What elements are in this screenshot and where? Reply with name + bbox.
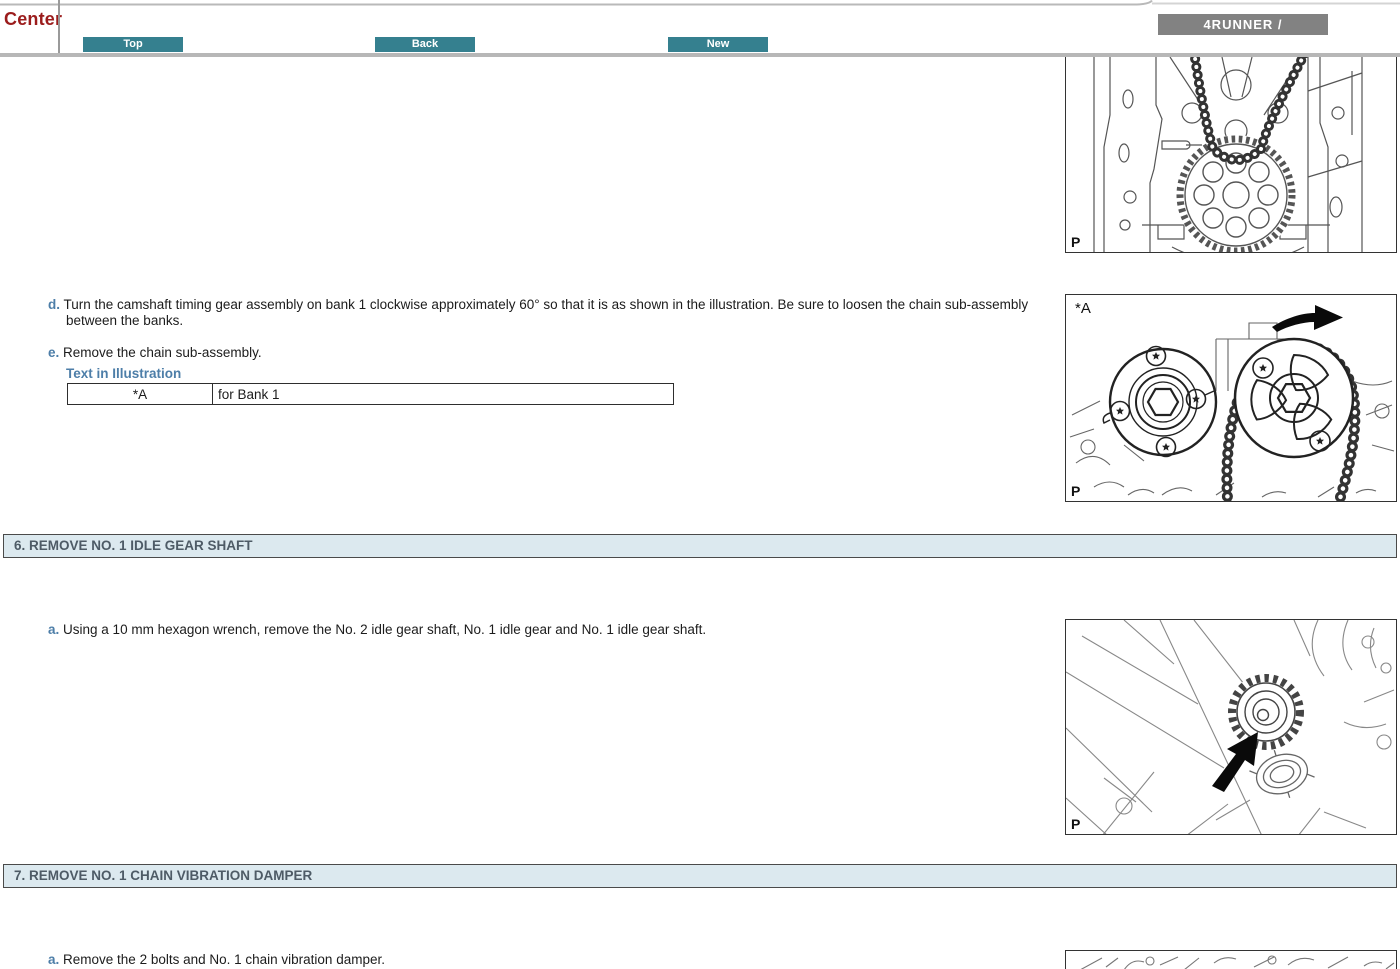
idle-gear-illustration — [1066, 620, 1397, 835]
panel-top-border — [0, 0, 1400, 14]
vehicle-badge: 4RUNNER / — [1158, 14, 1328, 35]
figure-camshaft-gears: *A P — [1065, 294, 1397, 502]
figure-p-label: P — [1071, 483, 1080, 499]
figure-timing-chain: P — [1065, 57, 1397, 253]
step-letter: e. — [48, 345, 59, 360]
text-in-illustration-table: *A for Bank 1 — [67, 383, 674, 405]
section-7-step-a: a. Remove the 2 bolts and No. 1 chain vi… — [48, 952, 1008, 968]
section-7-header: 7. REMOVE NO. 1 CHAIN VIBRATION DAMPER — [3, 864, 1397, 888]
back-button[interactable]: Back — [375, 37, 475, 52]
step-text: Turn the camshaft timing gear assembly o… — [64, 297, 1029, 328]
table-cell-value: for Bank 1 — [213, 384, 674, 405]
step-e: e. Remove the chain sub-assembly. — [48, 345, 748, 361]
figure-p-label: P — [1071, 234, 1080, 250]
clockwise-arrow-icon — [1272, 305, 1343, 332]
service-manual-page: Center Top Back New 4RUNNER / d. Turn th… — [0, 0, 1400, 969]
camshaft-gears-illustration — [1066, 295, 1397, 502]
step-text: Using a 10 mm hexagon wrench, remove the… — [63, 622, 706, 637]
figure-annotation-a: *A — [1075, 300, 1091, 317]
section-6-header: 6. REMOVE NO. 1 IDLE GEAR SHAFT — [3, 534, 1397, 558]
step-letter: a. — [48, 952, 59, 967]
new-button[interactable]: New — [668, 37, 768, 52]
section-6-step-a: a. Using a 10 mm hexagon wrench, remove … — [48, 622, 1008, 638]
pointer-arrow-icon — [1212, 732, 1258, 792]
frame-title: Center — [4, 9, 62, 30]
timing-chain-illustration — [1066, 57, 1397, 253]
frame-divider — [58, 0, 60, 53]
step-text: Remove the 2 bolts and No. 1 chain vibra… — [63, 952, 385, 967]
figure-vibration-damper — [1065, 950, 1397, 969]
step-letter: d. — [48, 297, 60, 312]
table-row: *A for Bank 1 — [68, 384, 674, 405]
top-button[interactable]: Top — [83, 37, 183, 52]
figure-idle-gear: P — [1065, 619, 1397, 835]
vibration-damper-illustration — [1066, 951, 1397, 969]
step-d: d. Turn the camshaft timing gear assembl… — [48, 297, 1033, 329]
table-cell-key: *A — [68, 384, 213, 405]
step-text: Remove the chain sub-assembly. — [63, 345, 262, 360]
figure-p-label: P — [1071, 816, 1080, 832]
text-in-illustration-heading: Text in Illustration — [66, 366, 181, 381]
step-letter: a. — [48, 622, 59, 637]
